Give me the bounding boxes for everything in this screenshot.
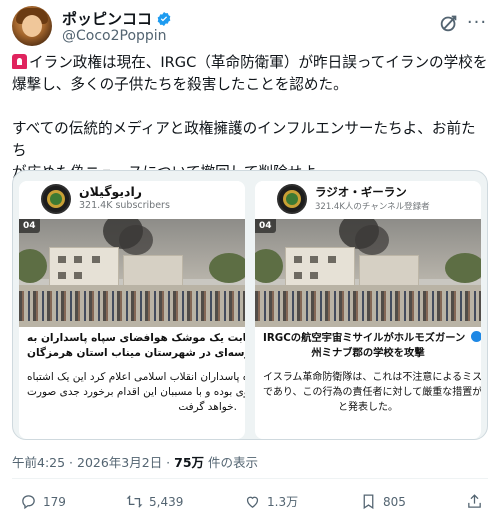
video-time-badge: 04 — [255, 219, 276, 233]
siren-emoji-icon — [12, 54, 27, 69]
channel-subscribers: 321.4K subscribers — [79, 200, 170, 211]
video-time-badge: 04 — [19, 219, 40, 233]
caption-line-1: سپاه پاسداران انقلاب اسلامی اعلام کرد ای… — [27, 371, 245, 383]
bookmark-button[interactable]: 805 — [360, 493, 406, 510]
heart-icon — [246, 496, 259, 508]
blue-dot-icon — [470, 331, 481, 342]
caption-bold-line-2: 州ミナブ郡の学校を攻撃 — [311, 347, 425, 359]
repost-icon — [126, 495, 143, 508]
tweet-meta: 午前4:25 · 2026年3月2日 · 75万 件の表示 — [12, 452, 258, 471]
channel-header: رادیوگیلان 321.4K subscribers — [19, 181, 245, 215]
school-photo — [255, 219, 481, 327]
repost-count: 5,439 — [149, 494, 184, 509]
caption-line-2: سهوی بوده و با مسببان این اقدام برخورد ج… — [27, 386, 245, 398]
tweet-line-2: 爆撃し、多くの子供たちを殺害したことを認めた。 — [12, 76, 348, 93]
tweet-text: イラン政権は現在、IRGC（革命防衛軍）が昨日誤ってイランの学校を 爆撃し、多く… — [12, 52, 490, 184]
reply-button[interactable]: 179 — [20, 493, 66, 510]
tweet-timestamp[interactable]: 午前4:25 · 2026年3月2日 · — [12, 455, 174, 470]
share-icon — [468, 494, 481, 508]
channel-caption: IRGCの航空宇宙ミサイルがホルモズガーン 州ミナブ郡の学校を攻撃 イスラム革命… — [255, 331, 481, 415]
channel-logo-icon — [41, 184, 71, 214]
channel-header: ラジオ・ギーラン 321.4K人のチャンネル登録者 — [255, 181, 481, 215]
author-name-row[interactable]: ポッピンココ — [62, 8, 172, 29]
tweet-line-3: すべての伝統的メディアと政権擁護のインフルエンサーたちよ、お前たち — [12, 120, 476, 159]
caption-line-3: と発表した。 — [338, 402, 398, 413]
bookmark-count: 805 — [383, 494, 406, 509]
display-name[interactable]: ポッピンココ — [62, 8, 152, 29]
tweet-line-1: イラン政権は現在、IRGC（革命防衛軍）が昨日誤ってイランの学校を — [29, 54, 488, 71]
share-button[interactable] — [466, 493, 483, 510]
caption-bold-line-2: مدرسه‌ای در شهرستان میناب استان هرمزگان — [27, 347, 245, 359]
view-count: 75万 — [174, 455, 205, 470]
repost-button[interactable]: 5,439 — [126, 493, 183, 510]
like-count: 1.3万 — [267, 495, 299, 509]
verified-badge-icon — [157, 11, 171, 26]
reply-icon — [22, 495, 35, 510]
divider — [12, 478, 488, 479]
reply-count: 179 — [43, 494, 66, 509]
channel-caption: اصابت یک موشک هوافضای سپاه پاسداران به م… — [19, 331, 245, 415]
like-button[interactable]: 1.3万 — [244, 493, 298, 510]
view-label: 件の表示 — [204, 455, 259, 470]
caption-line-1: イスラム革命防衛隊は、これは不注意によるミス — [263, 372, 481, 383]
grok-icon[interactable] — [438, 12, 460, 34]
caption-line-2: であり、この行為の責任者に対して厳重な措置が取られる — [263, 387, 481, 398]
channel-subscribers: 321.4K人のチャンネル登録者 — [315, 202, 430, 212]
author-handle[interactable]: @Coco2Poppin — [62, 28, 167, 44]
caption-bold-line-1: اصابت یک موشک هوافضای سپاه پاسداران به — [27, 332, 245, 344]
media-card-original[interactable]: رادیوگیلان 321.4K subscribers 04 اصابت ی… — [19, 181, 245, 439]
caption-line-3: خواهد گرفت. — [178, 401, 237, 413]
action-bar: 179 5,439 1.3万 805 — [12, 493, 488, 515]
channel-logo-icon — [277, 184, 307, 214]
bookmark-icon — [363, 494, 374, 510]
channel-name: رادیوگیلان — [79, 184, 142, 199]
caption-bold-line-1: IRGCの航空宇宙ミサイルがホルモズガーン — [263, 332, 466, 344]
channel-name: ラジオ・ギーラン — [315, 185, 407, 199]
more-options-icon[interactable]: ··· — [466, 14, 488, 36]
tweet-media[interactable]: رادیوگیلان 321.4K subscribers 04 اصابت ی… — [12, 170, 488, 440]
media-card-translated[interactable]: ラジオ・ギーラン 321.4K人のチャンネル登録者 04 IRGCの航空宇宙ミサ… — [255, 181, 481, 439]
avatar[interactable] — [12, 6, 52, 46]
school-photo — [19, 219, 245, 327]
tweet-header: ポッピンココ @Coco2Poppin ··· — [12, 6, 488, 50]
